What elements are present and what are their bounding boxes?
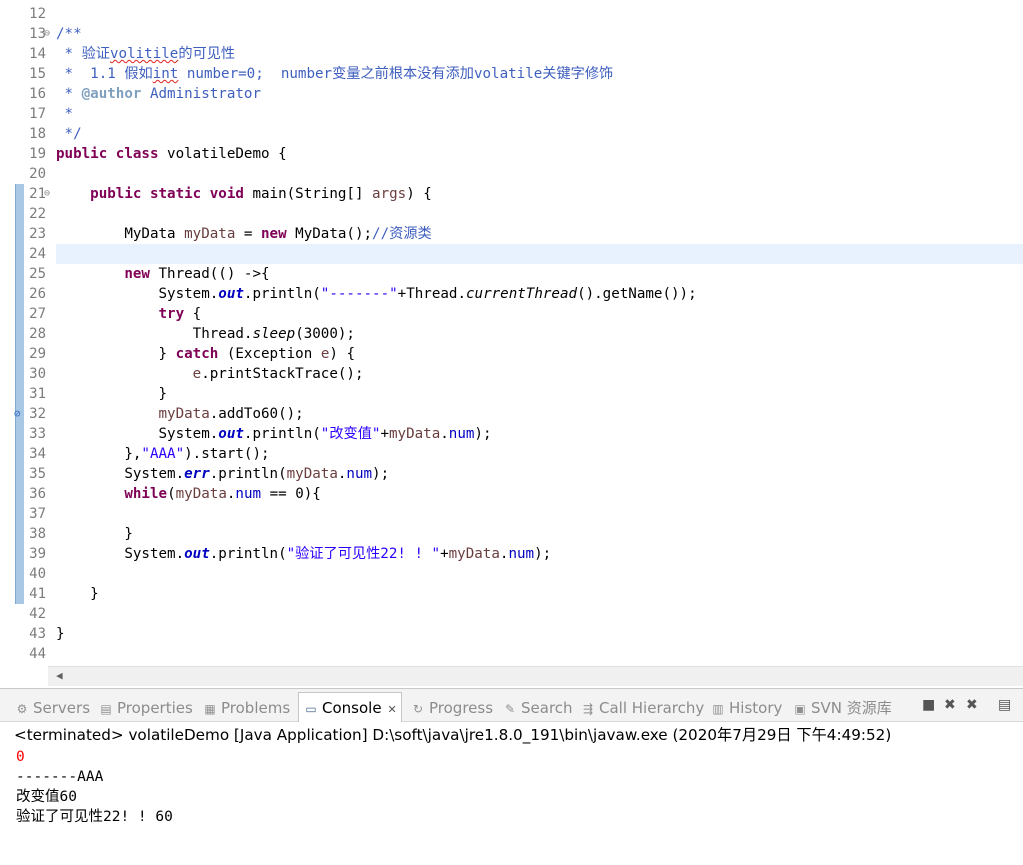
- line-number: 35: [29, 466, 46, 482]
- tab-progress[interactable]: ↻ Progress: [410, 695, 493, 722]
- code-line: e.printStackTrace();: [192, 366, 364, 382]
- code-line: }: [56, 626, 65, 642]
- tab-problems[interactable]: ▦ Problems: [202, 695, 290, 722]
- call-hierarchy-icon: ⇶: [582, 702, 594, 716]
- line-number: 38: [29, 526, 46, 542]
- line-number: 19: [29, 146, 46, 162]
- progress-icon: ↻: [412, 702, 424, 716]
- clear-console-icon[interactable]: ▤: [998, 697, 1011, 713]
- code-line: * 验证volitile的可见性: [56, 46, 236, 62]
- code-line: } catch (Exception e) {: [56, 346, 355, 362]
- code-line: /**: [56, 26, 82, 42]
- code-line: public static void main(String[] args) {: [90, 186, 432, 202]
- line-number: 27: [29, 306, 46, 322]
- line-number: 43: [29, 626, 46, 642]
- line-number: 44: [29, 646, 46, 662]
- line-number: 20: [29, 166, 46, 182]
- code-line: public class volatileDemo {: [56, 146, 287, 162]
- code-line: System.err.println(myData.num);: [56, 466, 390, 482]
- fold-collapse-icon[interactable]: ⊖: [44, 24, 50, 44]
- code-line: new Thread(() ->{: [124, 266, 270, 282]
- line-number: 21: [29, 186, 46, 202]
- line-number: 30: [29, 366, 46, 382]
- console-output-line: -------AAA: [16, 769, 104, 785]
- line-number: 41: [29, 586, 46, 602]
- line-number: 16: [29, 86, 46, 102]
- close-icon[interactable]: ✕: [388, 703, 397, 716]
- line-number: 28: [29, 326, 46, 342]
- code-line: }: [56, 386, 168, 402]
- line-number: 31: [29, 386, 46, 402]
- history-icon: ▥: [712, 702, 724, 716]
- line-number: 32: [29, 406, 46, 422]
- console-output-line-stderr: 0: [16, 749, 25, 765]
- remove-all-terminated-icon[interactable]: ✖: [966, 697, 978, 713]
- console-output-line: 验证了可见性22! ! 60: [16, 809, 173, 825]
- line-number: 37: [29, 506, 46, 522]
- line-number: 25: [29, 266, 46, 282]
- tab-servers[interactable]: ⚙ Servers: [14, 695, 90, 722]
- line-number: 17: [29, 106, 46, 122]
- code-line: Thread.sleep(3000);: [56, 326, 355, 342]
- problems-icon: ▦: [204, 702, 216, 716]
- line-number: 33: [29, 426, 46, 442]
- bottom-panel: ⚙ Servers ▤ Properties ▦ Problems ▭ Console ✕…: [0, 688, 1023, 865]
- current-line-highlight: [56, 244, 1023, 264]
- scroll-left-icon[interactable]: ◀: [56, 669, 63, 682]
- code-line: myData.addTo60();: [158, 406, 304, 422]
- code-editor[interactable]: 12 13 ⊖ 14 15 16 17 18 19 20 21 ⊖ 22 23 …: [0, 0, 1023, 666]
- tab-call-hierarchy[interactable]: ⇶ Call Hierarchy: [580, 695, 704, 722]
- fold-collapse-icon[interactable]: ⊖: [44, 184, 50, 204]
- tab-console[interactable]: ▭ Console ✕: [298, 692, 402, 722]
- console-icon: ▭: [305, 702, 317, 716]
- horizontal-scrollbar[interactable]: ◀: [48, 666, 1023, 686]
- view-tab-bar: ⚙ Servers ▤ Properties ▦ Problems ▭ Console ✕…: [0, 689, 1023, 722]
- code-text-area[interactable]: /** * 验证volitile的可见性 * 1.1 假如int number=…: [56, 0, 1023, 660]
- code-line: },"AAA").start();: [56, 446, 270, 462]
- code-line: System.out.println("改变值"+myData.num);: [56, 426, 492, 442]
- svn-repository-icon: ▣: [794, 702, 806, 716]
- terminate-icon[interactable]: ■: [922, 697, 935, 713]
- servers-icon: ⚙: [16, 702, 28, 716]
- search-icon: ✎: [504, 702, 516, 716]
- code-line: try {: [158, 306, 202, 322]
- line-number: 42: [29, 606, 46, 622]
- code-line: while(myData.num == 0){: [124, 486, 321, 502]
- line-number: 24: [29, 246, 46, 262]
- line-number: 12: [29, 6, 46, 22]
- code-line: MyData myData = new MyData();//资源类: [56, 226, 432, 242]
- tab-svn-repository[interactable]: ▣ SVN 资源库: [792, 695, 891, 722]
- line-number: 39: [29, 546, 46, 562]
- line-number: 23: [29, 226, 46, 242]
- line-number: 36: [29, 486, 46, 502]
- code-line: System.out.println("验证了可见性22! ! "+myData…: [56, 546, 552, 562]
- code-line: *: [56, 106, 74, 122]
- tab-history[interactable]: ▥ History: [710, 695, 782, 722]
- code-line: * @author Administrator: [56, 86, 262, 102]
- line-number: 40: [29, 566, 46, 582]
- code-line: */: [56, 126, 82, 142]
- line-number: 34: [29, 446, 46, 462]
- properties-icon: ▤: [100, 702, 112, 716]
- occurrence-marker-icon: ⊘: [14, 407, 21, 420]
- line-number: 18: [29, 126, 46, 142]
- tab-properties[interactable]: ▤ Properties: [98, 695, 192, 722]
- code-line: System.out.println("-------"+Thread.curr…: [56, 286, 697, 302]
- tab-search[interactable]: ✎ Search: [502, 695, 573, 722]
- console-launch-description: <terminated> volatileDemo [Java Applicat…: [14, 726, 892, 744]
- console-output-line: 改变值60: [16, 789, 77, 805]
- line-number: 22: [29, 206, 46, 222]
- code-line: }: [56, 526, 133, 542]
- line-number: 13: [29, 26, 46, 42]
- line-number-gutter: 12 13 ⊖ 14 15 16 17 18 19 20 21 ⊖ 22 23 …: [0, 0, 56, 666]
- line-number: 15: [29, 66, 46, 82]
- code-line: * 1.1 假如int number=0; number变量之前根本没有添加vo…: [56, 66, 614, 82]
- line-number: 14: [29, 46, 46, 62]
- line-number: 26: [29, 286, 46, 302]
- line-number: 29: [29, 346, 46, 362]
- remove-launch-icon[interactable]: ✖: [944, 697, 956, 713]
- code-line: }: [56, 586, 99, 602]
